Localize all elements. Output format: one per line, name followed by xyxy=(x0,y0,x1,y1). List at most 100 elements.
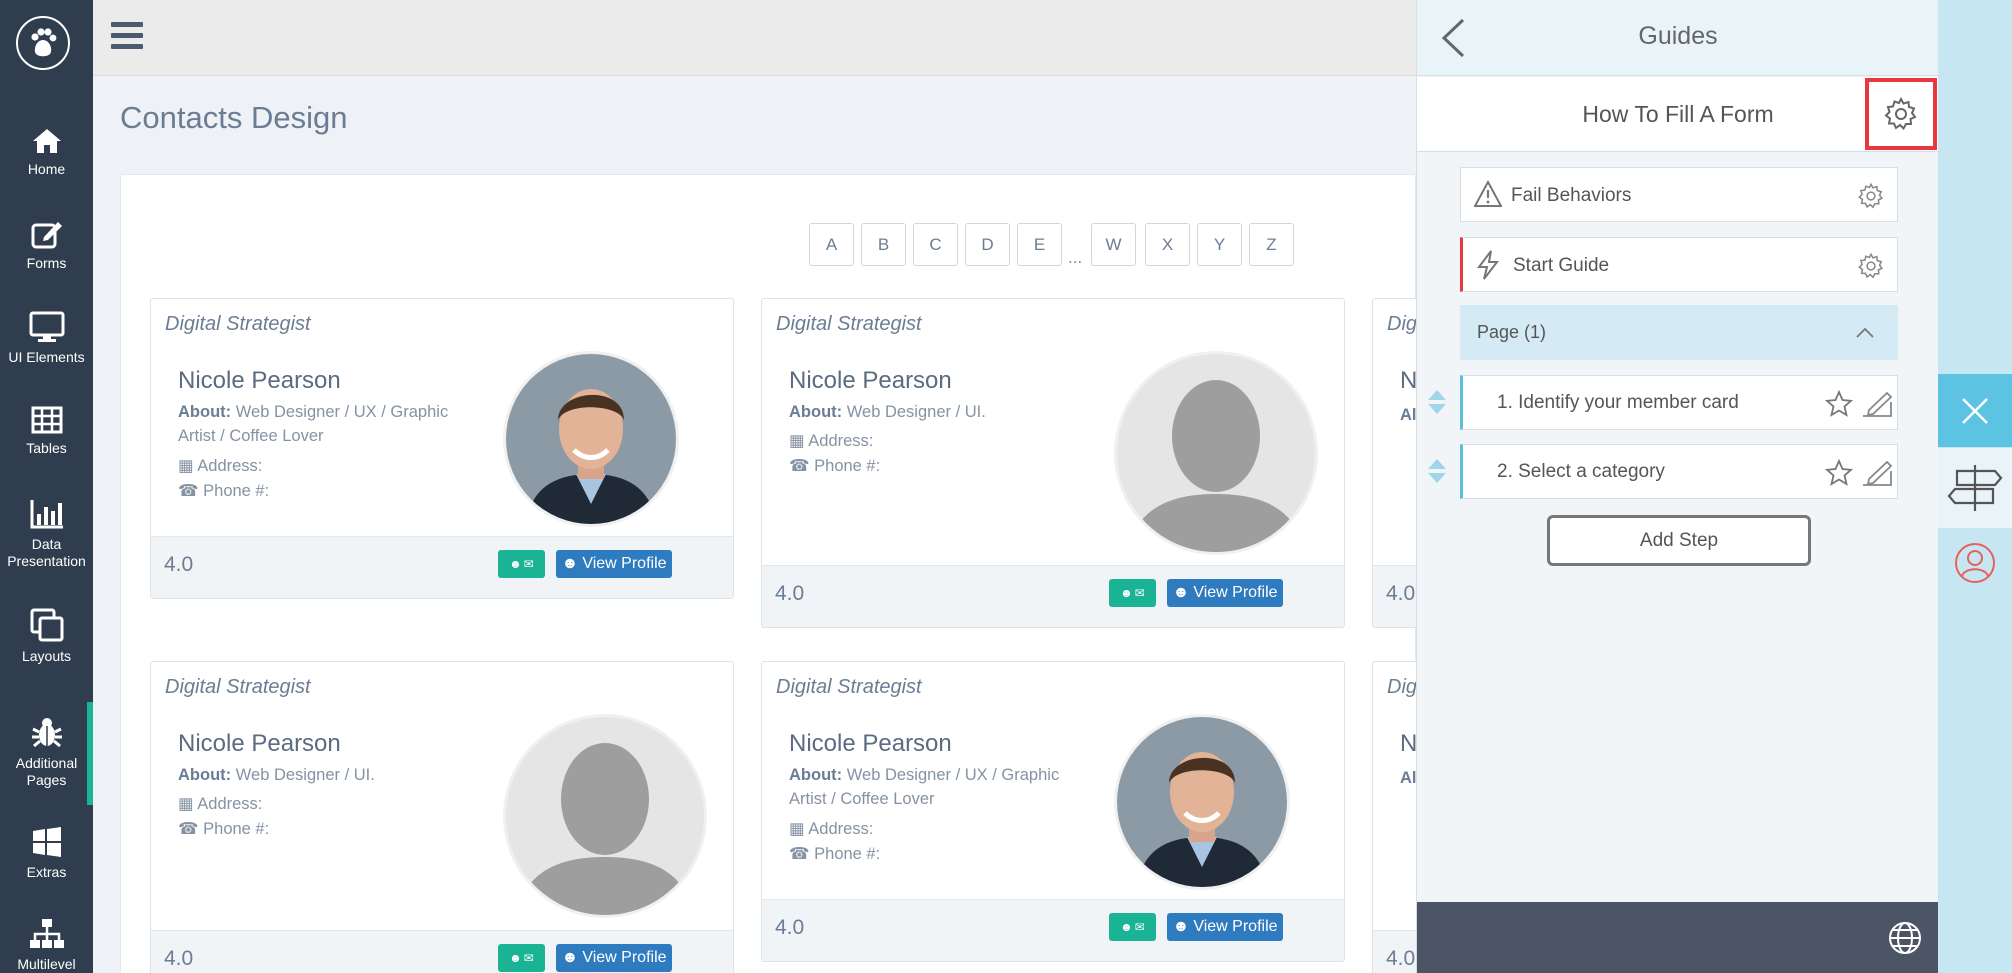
contact-address: ▦ Address: xyxy=(789,820,874,838)
page-label: Page (1) xyxy=(1477,322,1547,342)
chat-icon: ✉ xyxy=(1134,920,1145,934)
globe-icon[interactable] xyxy=(1887,920,1923,961)
contact-phone: ☎ Phone #: xyxy=(178,820,270,838)
alpha-filter-d[interactable]: D xyxy=(965,223,1010,266)
chevron-up-icon xyxy=(1856,325,1874,343)
right-rail xyxy=(1938,0,2012,973)
nav-label: Multilevel xyxy=(17,956,76,972)
contact-about: About: Web Designer / UX / Graphic Artis… xyxy=(178,403,449,445)
edit-icon[interactable] xyxy=(1861,390,1893,423)
contact-rating: 4.0 xyxy=(775,582,805,605)
view-profile-button[interactable]: ☻ View Profile xyxy=(556,944,672,972)
page-section-toggle[interactable]: Page (1) xyxy=(1460,305,1898,360)
male-photo-avatar xyxy=(503,351,679,527)
alpha-filter-x[interactable]: X xyxy=(1145,223,1190,266)
copy-icon xyxy=(30,608,63,642)
alpha-filter-z[interactable]: Z xyxy=(1249,223,1294,266)
bar-chart-icon xyxy=(30,500,63,529)
fail-behaviors-gear-icon[interactable] xyxy=(1857,182,1885,215)
user-icon: ☻ xyxy=(561,949,579,966)
contact-card-footer: 4.0 ☻ ✉ ☻ View Profile xyxy=(762,565,1344,627)
guides-header: Guides xyxy=(1417,0,1939,76)
message-button[interactable]: ☻ ✉ xyxy=(498,550,545,578)
reorder-handle-icon[interactable] xyxy=(1427,457,1447,490)
alpha-filter-c[interactable]: C xyxy=(913,223,958,266)
hamburger-menu-icon[interactable] xyxy=(111,22,143,50)
start-guide-row[interactable]: Start Guide xyxy=(1460,237,1898,292)
view-profile-button[interactable]: ☻ View Profile xyxy=(1167,579,1283,607)
nav-ui-elements[interactable]: UI Elements xyxy=(0,311,93,365)
edit-icon[interactable] xyxy=(1861,459,1893,492)
nav-multilevel[interactable]: Multilevel xyxy=(0,918,93,972)
guide-name-row: How To Fill A Form xyxy=(1417,77,1939,152)
user-icon: ☻ xyxy=(1120,586,1133,600)
contact-name: N xyxy=(1400,730,1418,757)
lightning-icon xyxy=(1476,250,1500,285)
guide-name: How To Fill A Form xyxy=(1582,101,1774,127)
contact-role: Digital Strategist xyxy=(776,313,922,335)
user-icon: ☻ xyxy=(509,951,522,965)
contact-rating: 4.0 xyxy=(164,553,194,576)
table-icon xyxy=(31,406,62,434)
fail-behaviors-label: Fail Behaviors xyxy=(1511,185,1632,206)
nav-forms[interactable]: Forms xyxy=(0,219,93,271)
message-button[interactable]: ☻ ✉ xyxy=(498,944,545,972)
nav-label: Layouts xyxy=(21,648,72,664)
nav-tables[interactable]: Tables xyxy=(0,406,93,456)
nav-additional-pages[interactable]: Additional Pages xyxy=(0,717,93,789)
contact-rating: 4.0 xyxy=(1386,582,1416,605)
edit-icon xyxy=(31,222,62,249)
chat-icon: ✉ xyxy=(523,557,534,571)
nav-label: Forms xyxy=(26,255,67,271)
message-button[interactable]: ☻ ✉ xyxy=(1109,913,1156,941)
nav-data-presentation[interactable]: Data Presentation xyxy=(0,498,93,570)
contact-card-footer: 4.0 ☻ ✉ ☻ View Profile xyxy=(151,930,733,973)
contact-name: N xyxy=(1400,367,1418,394)
contact-role: Dig xyxy=(1387,676,1418,698)
guide-step-row[interactable]: 1. Identify your member card xyxy=(1460,375,1898,430)
alpha-filter-w[interactable]: W xyxy=(1091,223,1136,266)
view-profile-button[interactable]: ☻ View Profile xyxy=(1167,913,1283,941)
fail-behaviors-row[interactable]: Fail Behaviors xyxy=(1460,167,1898,222)
signpost-icon[interactable] xyxy=(1938,448,2012,528)
nav-label: Home xyxy=(27,161,66,177)
start-guide-gear-icon[interactable] xyxy=(1857,252,1885,285)
warning-icon xyxy=(1473,179,1503,213)
guide-settings-gear-icon[interactable] xyxy=(1865,78,1937,150)
user-icon: ☻ xyxy=(1172,584,1190,601)
guides-footer xyxy=(1417,902,1939,973)
guide-step-row[interactable]: 2. Select a category xyxy=(1460,444,1898,499)
alpha-filter-e[interactable]: E xyxy=(1017,223,1062,266)
alpha-filter-a[interactable]: A xyxy=(809,223,854,266)
alpha-filter-y[interactable]: Y xyxy=(1197,223,1242,266)
contact-name: Nicole Pearson xyxy=(178,730,341,757)
chat-icon: ✉ xyxy=(523,951,534,965)
star-icon[interactable] xyxy=(1824,458,1854,492)
page-title: Contacts Design xyxy=(120,100,348,135)
reorder-handle-icon[interactable] xyxy=(1427,388,1447,421)
nav-home[interactable]: Home xyxy=(0,127,93,177)
star-icon[interactable] xyxy=(1824,389,1854,423)
paw-logo-icon[interactable] xyxy=(16,16,70,70)
nav-extras[interactable]: Extras xyxy=(0,826,93,880)
nav-label: Data Presentation xyxy=(7,536,86,569)
step-label: 2. Select a category xyxy=(1497,461,1665,482)
nav-label: UI Elements xyxy=(8,349,85,365)
contact-card: Digital Strategist Nicole Pearson About:… xyxy=(761,661,1345,962)
nav-label: Extras xyxy=(26,864,67,880)
step-label: 1. Identify your member card xyxy=(1497,392,1739,413)
user-profile-icon[interactable] xyxy=(1938,528,2012,598)
contact-role: Dig xyxy=(1387,313,1418,335)
add-step-button[interactable]: Add Step xyxy=(1547,515,1811,566)
alpha-filter-b[interactable]: B xyxy=(861,223,906,266)
nav-layouts[interactable]: Layouts xyxy=(0,608,93,664)
monitor-icon xyxy=(29,311,64,342)
home-icon xyxy=(32,129,61,153)
contact-role: Digital Strategist xyxy=(776,676,922,698)
nav-label: Tables xyxy=(26,440,67,456)
message-button[interactable]: ☻ ✉ xyxy=(1109,579,1156,607)
top-bar xyxy=(93,0,1416,76)
close-icon[interactable] xyxy=(1938,374,2012,447)
view-profile-button[interactable]: ☻ View Profile xyxy=(556,550,672,578)
contact-about: About: Web Designer / UI. xyxy=(789,403,986,421)
